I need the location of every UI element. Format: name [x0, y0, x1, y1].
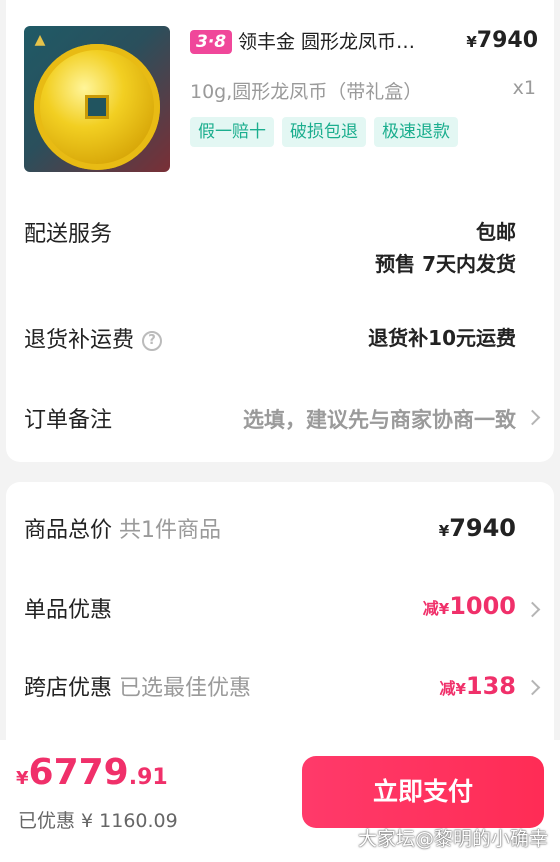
cross-store-row: 跨店优惠 已选最佳优惠 — [24, 670, 251, 702]
total-price-value: ¥7940 — [439, 514, 516, 542]
tag-fast-refund: 极速退款 — [374, 117, 458, 147]
total-price-row: 商品总价 共1件商品 — [24, 512, 221, 544]
return-shipping-value: 退货补10元运费 — [368, 326, 516, 350]
coin-hole — [85, 95, 109, 119]
chevron-right-icon[interactable] — [524, 409, 541, 426]
item-count: 共1件商品 — [119, 518, 222, 543]
tag-damage-return: 破损包退 — [282, 117, 366, 147]
delivery-label: 配送服务 — [24, 222, 113, 247]
price-summary-card: 商品总价 共1件商品 ¥7940 单品优惠 减¥1000 跨店优惠 已选最佳优惠… — [6, 482, 554, 782]
saved-amount: 已优惠 ¥ 1160.09 — [18, 810, 178, 832]
product-spec: 10g,圆形龙凤币（带礼盒） — [190, 81, 423, 103]
remark-label: 订单备注 — [24, 408, 113, 433]
coin-image — [34, 44, 160, 170]
help-icon[interactable]: ? — [142, 331, 163, 351]
cross-store-label: 跨店优惠 — [24, 676, 113, 701]
minus-prefix: 减 — [439, 679, 456, 698]
product-title[interactable]: 领丰金 圆形龙凤币… — [238, 29, 448, 55]
delivery-presale: 预售 7天内发货 — [375, 252, 516, 276]
total-decimal: .91 — [128, 765, 168, 790]
currency-symbol: ¥ — [438, 522, 450, 540]
pay-total: ¥6779.91 — [16, 752, 168, 793]
currency-symbol: ¥ — [16, 768, 29, 789]
total-price-label: 商品总价 — [24, 518, 113, 543]
item-discount-value[interactable]: 减¥1000 — [423, 592, 516, 620]
pay-now-button[interactable]: 立即支付 — [302, 756, 544, 828]
currency-symbol: ¥ — [455, 680, 466, 698]
brand-logo-icon: ▲ — [34, 32, 46, 48]
price-value: 7940 — [476, 28, 538, 53]
return-shipping-row: 退货补运费? — [24, 322, 163, 354]
minus-prefix: 减 — [422, 599, 439, 618]
currency-symbol: ¥ — [466, 33, 477, 51]
tag-fake-compensation: 假一赔十 — [190, 117, 274, 147]
service-tags: 假一赔十 破损包退 极速退款 — [190, 117, 458, 147]
product-qty: x1 — [512, 77, 536, 99]
amount: 1000 — [449, 592, 516, 620]
product-image[interactable]: ▲ — [24, 26, 170, 172]
item-discount-label: 单品优惠 — [24, 598, 113, 623]
return-shipping-label: 退货补运费 — [24, 328, 135, 353]
total-integer: 6779 — [28, 752, 129, 793]
chevron-right-icon[interactable] — [524, 601, 541, 618]
cross-store-note: 已选最佳优惠 — [119, 676, 252, 701]
product-price: ¥7940 — [466, 28, 538, 53]
amount: 7940 — [449, 514, 516, 542]
watermark: 大家坛@黎明的小确幸 — [357, 828, 548, 850]
checkout-bar: ¥6779.91 已优惠 ¥ 1160.09 立即支付 大家坛@黎明的小确幸 — [0, 740, 560, 862]
currency-symbol: ¥ — [438, 600, 450, 618]
order-info-card: ▲ 3·8 领丰金 圆形龙凤币… ¥7940 10g,圆形龙凤币（带礼盒） x1… — [6, 0, 554, 462]
cross-store-value[interactable]: 减¥138 — [439, 672, 516, 700]
chevron-right-icon[interactable] — [524, 679, 541, 696]
promo-badge: 3·8 — [190, 30, 233, 54]
amount: 138 — [465, 672, 516, 700]
delivery-free-shipping: 包邮 — [476, 220, 516, 244]
remark-input[interactable]: 选填，建议先与商家协商一致 — [243, 404, 516, 434]
